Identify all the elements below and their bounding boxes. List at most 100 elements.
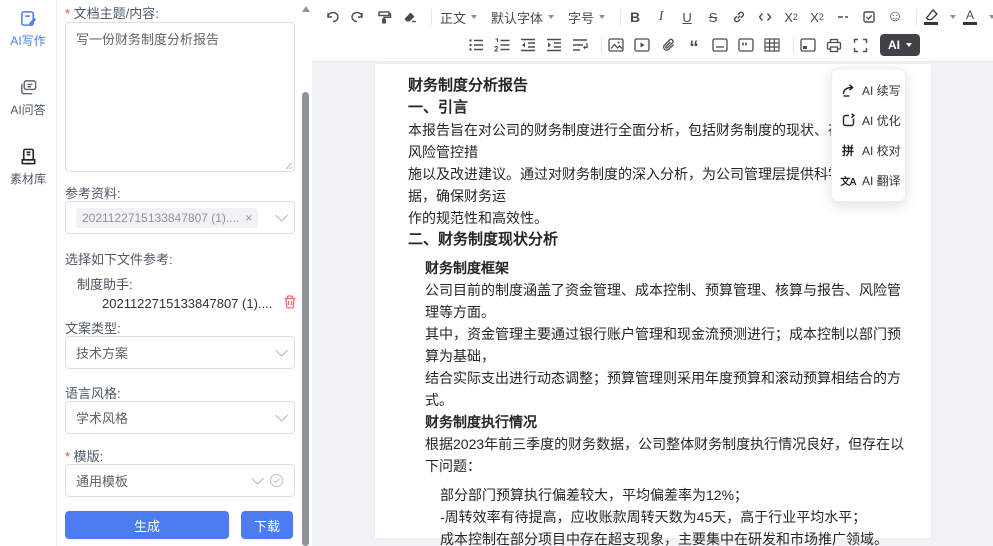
reference-tag: 2021122715133847807 (1).... ×: [76, 208, 258, 228]
menu-item-ai-proofread[interactable]: 拼 AI 校对: [832, 135, 905, 165]
bullet-list-icon[interactable]: [464, 33, 488, 57]
strikethrough-button[interactable]: S: [701, 5, 725, 29]
sidebar-item-ai-writing[interactable]: AI写作: [0, 8, 56, 49]
image-icon[interactable]: [604, 33, 628, 57]
code-block-icon[interactable]: [734, 33, 758, 57]
style-label: 语言风格:: [65, 383, 121, 402]
menu-item-ai-optimize[interactable]: AI 优化: [832, 105, 905, 135]
editor-toolbar: 正文 默认字体 字号 B I U S X2: [312, 0, 993, 62]
font-family-select[interactable]: 默认字体: [485, 5, 560, 29]
ai-optimize-icon: [840, 112, 856, 128]
highlight-color-bar: [924, 22, 938, 25]
topic-input[interactable]: 写一份财务制度分析报告: [65, 22, 295, 172]
doc-subheading: 财务制度框架: [425, 257, 905, 279]
subscript-button[interactable]: X2: [779, 5, 803, 29]
ai-continue-icon: [840, 82, 856, 98]
font-size-select[interactable]: 字号: [562, 5, 611, 29]
emoji-icon[interactable]: ☺: [883, 5, 907, 29]
sidebar-item-material-library[interactable]: 素材库: [0, 146, 56, 187]
chevron-down-icon: [275, 209, 288, 222]
style-select[interactable]: 学术风格: [65, 401, 295, 434]
divider-block-icon[interactable]: [708, 33, 732, 57]
doc-list-item: 成本控制在部分项目中存在超支现象，主要集中在研发和市场推广领域。: [440, 528, 905, 546]
doc-line: 根据2023年前三季度的财务数据，公司整体财务制度执行情况良好，但存在以下问题：: [425, 433, 905, 477]
ai-dropdown-menu: AI 续写 AI 优化 拼 AI 校对 文A AI 翻译: [831, 68, 906, 202]
sidebar-nav: AI写作 AI问答 素材库: [0, 0, 57, 546]
doc-line: 公司目前的制度涵盖了资金管理、成本控制、预算管理、核算与报告、风险管理等方面。: [425, 279, 905, 323]
assistant-label: 制度助手:: [77, 274, 133, 293]
superscript-button[interactable]: X2: [805, 5, 829, 29]
doc-type-select[interactable]: 技术方案: [65, 336, 295, 369]
menu-item-ai-continue[interactable]: AI 续写: [832, 75, 905, 105]
attachment-icon[interactable]: [656, 33, 680, 57]
generate-button[interactable]: 生成: [65, 511, 229, 539]
doc-list-item: 部分部门预算执行偏差较大，平均偏差率为12%；: [440, 484, 905, 506]
download-button[interactable]: 下载: [241, 511, 293, 539]
video-icon[interactable]: [630, 33, 654, 57]
ordered-list-icon[interactable]: [490, 33, 514, 57]
bold-button[interactable]: B: [623, 5, 647, 29]
check-circle-icon: [269, 473, 284, 488]
chevron-down-icon: [471, 15, 477, 19]
scroll-up-arrow-icon[interactable]: [302, 6, 310, 12]
reference-file-name: 2021122715133847807 (1)....: [102, 296, 272, 311]
scrollbar-thumb[interactable]: [302, 92, 309, 546]
template-label: 模版:: [65, 446, 103, 465]
doc-heading: 二、财务制度现状分析: [408, 229, 905, 251]
sidebar-item-label: AI写作: [10, 32, 45, 49]
writing-form-panel: 文档主题/内容: 写一份财务制度分析报告 参考资料: 2021122715133…: [57, 0, 300, 546]
chevron-down-icon[interactable]: [950, 15, 956, 19]
library-icon: [18, 146, 38, 166]
font-color-button[interactable]: A: [958, 5, 982, 29]
format-painter-button[interactable]: [372, 5, 396, 29]
sidebar-item-label: AI问答: [10, 101, 45, 118]
doc-line: 其中，资金管理主要通过银行账户管理和现金流预测进行；成本控制以部门预算为基础，: [425, 323, 905, 367]
clear-format-icon[interactable]: [398, 5, 422, 29]
chevron-down-icon[interactable]: [989, 15, 993, 19]
app: AI写作 AI问答 素材库: [0, 0, 993, 546]
tag-close-icon[interactable]: ×: [245, 211, 252, 225]
chevron-down-icon: [548, 15, 554, 19]
sidebar-item-label: 素材库: [10, 170, 46, 187]
reference-label: 参考资料:: [65, 183, 121, 202]
paragraph-style-select[interactable]: 正文: [434, 5, 483, 29]
code-inline-icon[interactable]: [753, 5, 777, 29]
chevron-down-icon: [275, 409, 288, 422]
chevron-down-icon: [599, 15, 605, 19]
ai-translate-icon: 文A: [840, 172, 856, 188]
font-color-bar: [963, 22, 977, 25]
indent-icon[interactable]: [542, 33, 566, 57]
doc-line: 结合实际支出进行动态调整；预算管理则采用年度预算和滚动预算相结合的方式。: [425, 367, 905, 411]
horizontal-rule-icon[interactable]: [831, 5, 855, 29]
panel-scrollbar[interactable]: [300, 0, 312, 546]
chevron-down-icon: [251, 472, 264, 485]
topic-label: 文档主题/内容:: [65, 3, 159, 22]
ai-menu-button[interactable]: AI: [880, 34, 920, 56]
doc-type-label: 文案类型:: [65, 318, 121, 337]
template-select[interactable]: 通用模板: [65, 464, 295, 497]
redo-button[interactable]: [346, 5, 370, 29]
italic-button[interactable]: I: [649, 5, 673, 29]
undo-button[interactable]: [320, 5, 344, 29]
outdent-icon[interactable]: [516, 33, 540, 57]
file-section-label: 选择如下文件参考:: [65, 249, 173, 268]
chevron-down-icon: [275, 344, 288, 357]
print-icon[interactable]: [822, 33, 846, 57]
blockquote-icon[interactable]: “: [682, 33, 706, 57]
doc-line: 作的规范性和高效性。: [408, 207, 905, 229]
reference-select[interactable]: 2021122715133847807 (1).... ×: [65, 201, 295, 234]
editor-canvas: 财务制度分析报告 一、引言 本报告旨在对公司的财务制度进行全面分析，包括财务制度…: [312, 62, 993, 546]
source-view-icon[interactable]: [796, 33, 820, 57]
highlight-color-button[interactable]: [919, 5, 943, 29]
table-icon[interactable]: [760, 33, 784, 57]
task-checkbox-icon[interactable]: [857, 5, 881, 29]
ai-proofread-icon: 拼: [840, 142, 856, 158]
line-break-icon[interactable]: [568, 33, 592, 57]
fullscreen-icon[interactable]: [848, 33, 872, 57]
delete-file-icon[interactable]: [282, 294, 298, 310]
menu-item-ai-translate[interactable]: 文A AI 翻译: [832, 165, 905, 195]
doc-pencil-icon: [18, 8, 38, 28]
link-icon[interactable]: [727, 5, 751, 29]
underline-button[interactable]: U: [675, 5, 699, 29]
sidebar-item-ai-qa[interactable]: AI问答: [0, 77, 56, 118]
